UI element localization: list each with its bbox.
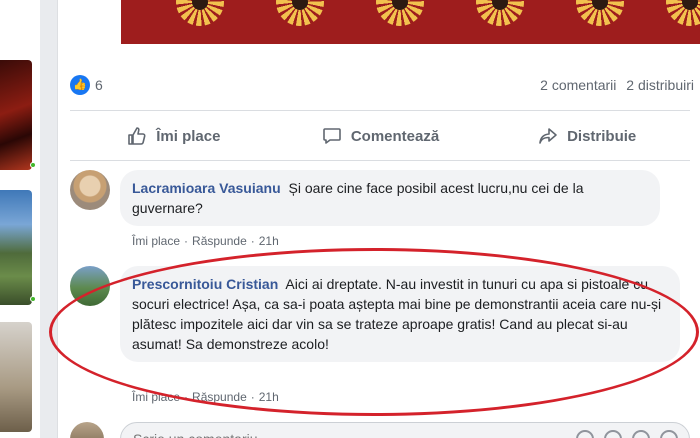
divider xyxy=(70,160,690,161)
avatar[interactable] xyxy=(70,266,110,306)
divider xyxy=(70,110,690,111)
comments-count-link[interactable]: 2 comentarii xyxy=(540,77,616,93)
emoji-icon[interactable] xyxy=(576,430,594,438)
left-sidebar xyxy=(0,0,40,438)
comment-like-link[interactable]: Îmi place xyxy=(132,390,180,404)
avatar xyxy=(70,422,104,438)
post-card: 👍 6 2 comentarii 2 distribuiri Îmi place… xyxy=(57,0,700,438)
like-reaction-icon[interactable]: 👍 xyxy=(70,75,90,95)
post-image[interactable] xyxy=(121,0,700,44)
like-button[interactable]: Îmi place xyxy=(70,118,277,154)
thumbs-up-icon xyxy=(126,125,148,147)
comment-author[interactable]: Prescornitoiu Cristian xyxy=(132,276,278,292)
share-button[interactable]: Distribuie xyxy=(483,118,690,154)
camera-icon[interactable] xyxy=(604,430,622,438)
comment-bubble: Prescornitoiu Cristian Aici ai dreptate.… xyxy=(120,266,680,362)
share-arrow-icon xyxy=(537,125,559,147)
reply-box-icons xyxy=(576,430,678,438)
reactions-count[interactable]: 6 xyxy=(95,77,103,93)
comment-reply-link[interactable]: Răspunde xyxy=(192,390,247,404)
comment-reply-link[interactable]: Răspunde xyxy=(192,234,247,248)
like-button-label: Îmi place xyxy=(156,127,221,145)
post-stats: 👍 6 2 comentarii 2 distribuiri xyxy=(70,75,694,95)
sidebar-thumbnail[interactable] xyxy=(0,190,32,305)
speech-bubble-icon xyxy=(321,125,343,147)
comment: Prescornitoiu Cristian Aici ai dreptate.… xyxy=(70,266,690,406)
sidebar-thumbnail[interactable] xyxy=(0,60,32,170)
share-button-label: Distribuie xyxy=(567,127,637,145)
comment: Lacramioara Vasuianu Și oare cine face p… xyxy=(70,170,690,250)
comment-like-link[interactable]: Îmi place xyxy=(132,234,180,248)
comment-timestamp[interactable]: 21h xyxy=(259,390,279,404)
comment-timestamp[interactable]: 21h xyxy=(259,234,279,248)
reply-box xyxy=(70,418,690,438)
post-actions: Îmi place Comentează Distribuie xyxy=(70,118,690,154)
sticker-icon[interactable] xyxy=(660,430,678,438)
shares-count-link[interactable]: 2 distribuiri xyxy=(626,77,694,93)
avatar[interactable] xyxy=(70,170,110,210)
sidebar-thumbnail[interactable] xyxy=(0,322,32,432)
gif-icon[interactable] xyxy=(632,430,650,438)
comment-bubble: Lacramioara Vasuianu Și oare cine face p… xyxy=(120,170,660,226)
comment-author[interactable]: Lacramioara Vasuianu xyxy=(132,180,281,196)
comment-button[interactable]: Comentează xyxy=(277,118,484,154)
online-status-dot xyxy=(30,162,36,168)
comment-button-label: Comentează xyxy=(350,127,440,145)
comment-meta: Îmi place · Răspunde · 21h xyxy=(132,390,279,404)
comment-meta: Îmi place · Răspunde · 21h xyxy=(132,234,279,248)
online-status-dot xyxy=(30,296,36,302)
